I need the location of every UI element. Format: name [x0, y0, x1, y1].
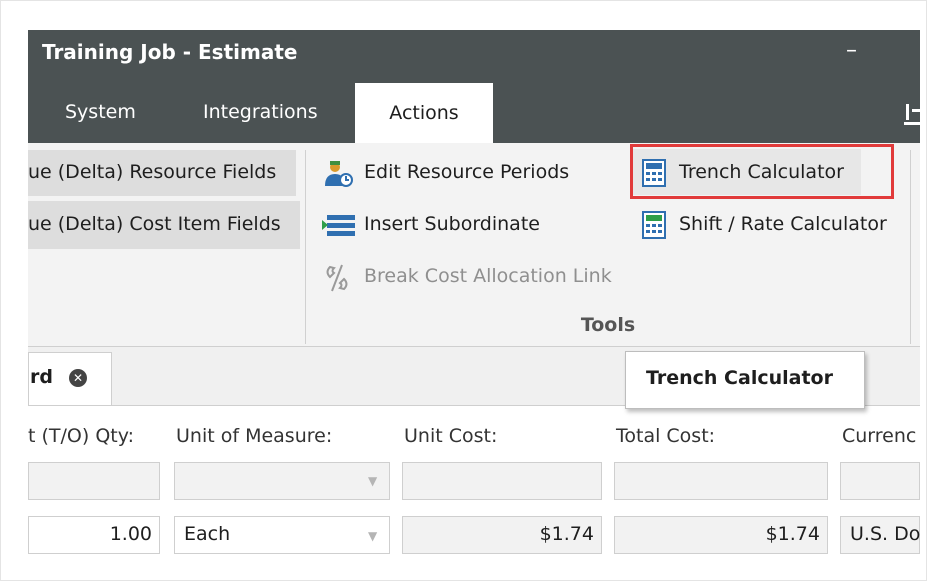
- highlight-box: [630, 144, 894, 199]
- ribbon-group-label-tools: Tools: [580, 314, 636, 336]
- minimize-button[interactable]: –: [846, 38, 857, 63]
- shift-rate-calculator-button[interactable]: Shift / Rate Calculator: [679, 213, 887, 235]
- break-cost-allocation-link-button[interactable]: Break Cost Allocation Link: [364, 265, 612, 287]
- person-clock-icon: [322, 160, 356, 193]
- column-header-unit-of-measure: Unit of Measure:: [176, 425, 333, 447]
- chevron-down-icon[interactable]: ▼: [368, 474, 377, 488]
- help-icon[interactable]: [902, 100, 922, 128]
- document-tab-label: rd: [30, 366, 53, 388]
- ribbon-item-cost-item-fields-label: ue (Delta) Cost Item Fields: [28, 213, 281, 235]
- unit-cost-field-empty[interactable]: [402, 462, 602, 500]
- unit-cost-value: $1.74: [539, 523, 594, 545]
- ribbon-separator: [305, 150, 306, 344]
- qty-field-empty[interactable]: [28, 462, 160, 500]
- uom-dropdown-empty[interactable]: [174, 462, 390, 500]
- calculator-icon: [640, 210, 668, 245]
- ribbon-separator: [910, 150, 911, 344]
- tooltip-text: Trench Calculator: [646, 367, 833, 389]
- total-cost-field-empty[interactable]: [614, 462, 828, 500]
- qty-value: 1.00: [109, 523, 152, 545]
- window-title: Training Job - Estimate: [42, 40, 298, 64]
- tab-system[interactable]: System: [65, 101, 136, 123]
- total-cost-value: $1.74: [765, 523, 820, 545]
- close-icon[interactable]: ✕: [69, 369, 87, 387]
- edit-resource-periods-button[interactable]: Edit Resource Periods: [364, 161, 569, 183]
- currency-value: U.S. Do: [850, 523, 920, 545]
- broken-link-icon: [324, 263, 350, 298]
- tab-actions[interactable]: Actions: [355, 83, 493, 145]
- insert-rows-icon: [322, 213, 358, 244]
- chevron-down-icon[interactable]: ▼: [368, 529, 377, 543]
- column-header-total-cost: Total Cost:: [616, 425, 716, 447]
- column-header-unit-cost: Unit Cost:: [404, 425, 498, 447]
- column-header-currency: Currenc: [842, 425, 917, 447]
- tab-integrations[interactable]: Integrations: [203, 101, 318, 123]
- currency-field-empty[interactable]: [840, 462, 920, 500]
- uom-value: Each: [184, 523, 231, 545]
- insert-subordinate-button[interactable]: Insert Subordinate: [364, 213, 540, 235]
- column-header-qty: t (T/O) Qty:: [28, 425, 134, 447]
- ribbon-item-resource-fields-label: ue (Delta) Resource Fields: [28, 161, 277, 183]
